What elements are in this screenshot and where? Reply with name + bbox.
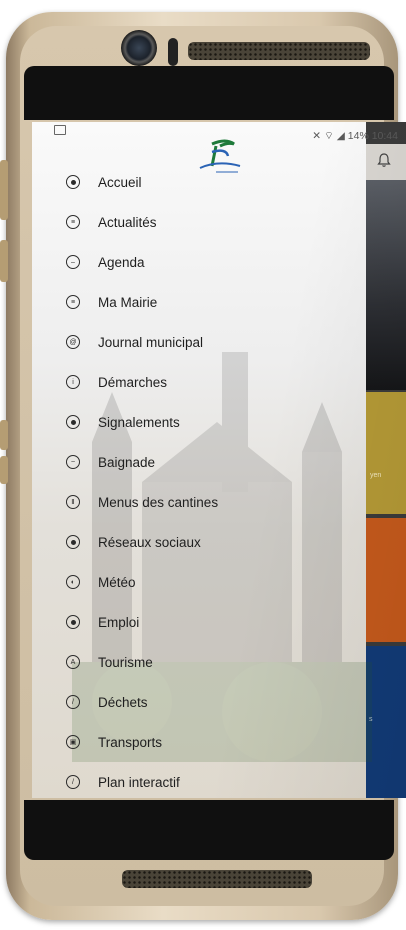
menu-item-label: Ma Mairie: [98, 294, 158, 310]
info-icon: i: [66, 375, 80, 389]
tile-gold-text: yen: [370, 472, 382, 479]
menu-item-reseaux-sociaux[interactable]: Réseaux sociaux: [66, 528, 356, 556]
waste-icon: /: [66, 695, 80, 709]
job-icon: [66, 615, 80, 629]
menu-item-accueil[interactable]: Accueil: [66, 168, 356, 196]
news-icon: ≡: [66, 215, 80, 229]
front-camera: [121, 30, 157, 66]
status-right: ✕ ⌔ ◢ 14% 10:44: [312, 129, 398, 143]
top-bezel: [24, 66, 394, 120]
menu-item-label: Signalements: [98, 414, 180, 430]
calendar-icon: –: [66, 255, 80, 269]
bottom-bezel: [24, 800, 394, 860]
status-bar: ✕ ⌔ ◢ 14% 10:44: [32, 122, 406, 144]
status-text: 14% 10:44: [347, 130, 398, 142]
menu-item-meteo[interactable]: ◐ Météo: [66, 568, 356, 596]
app-screen: yen s Accueil ≡ Actualités – Agenda ≡ Ma…: [32, 122, 406, 798]
menu-item-transports[interactable]: ▣ Transports: [66, 728, 356, 756]
main-content-panel: yen s: [366, 122, 406, 798]
menu-item-actualites[interactable]: ≡ Actualités: [66, 208, 356, 236]
header-photo: [366, 180, 406, 390]
swim-icon: ~: [66, 455, 80, 469]
restaurant-icon: Ⅱ: [66, 495, 80, 509]
menu-item-plan-interactif[interactable]: / Plan interactif: [66, 768, 356, 796]
menu-item-dechets[interactable]: / Déchets: [66, 688, 356, 716]
menu-item-label: Baignade: [98, 454, 156, 470]
home-icon: [66, 175, 80, 189]
menu-item-baignade[interactable]: ~ Baignade: [66, 448, 356, 476]
menu-item-label: Actualités: [98, 214, 157, 230]
proximity-sensor: [168, 38, 178, 66]
menu-item-label: Accueil: [98, 174, 142, 190]
menu-item-label: Déchets: [98, 694, 148, 710]
bottom-speaker: [122, 870, 312, 888]
tile-orange[interactable]: [366, 518, 406, 642]
power-button: [0, 420, 8, 450]
menu-item-demarches[interactable]: i Démarches: [66, 368, 356, 396]
tile-blue-text: s: [369, 716, 373, 723]
bell-icon[interactable]: [376, 152, 392, 168]
earpiece-speaker: [188, 42, 370, 60]
journal-icon: @: [66, 335, 80, 349]
town-hall-icon: ≡: [66, 295, 80, 309]
map-icon: /: [66, 775, 80, 789]
menu-item-label: Menus des cantines: [98, 494, 219, 510]
menu-item-signalements[interactable]: Signalements: [66, 408, 356, 436]
menu-item-menus-cantines[interactable]: Ⅱ Menus des cantines: [66, 488, 356, 516]
weather-icon: ◐: [66, 575, 80, 589]
navigation-drawer: Accueil ≡ Actualités – Agenda ≡ Ma Mairi…: [32, 122, 372, 798]
menu-item-tourisme[interactable]: A Tourisme: [66, 648, 356, 676]
menu-item-agenda[interactable]: – Agenda: [66, 248, 356, 276]
menu-item-label: Réseaux sociaux: [98, 534, 201, 550]
volume-button: [0, 160, 8, 220]
menu-item-label: Plan interactif: [98, 774, 180, 790]
menu-item-label: Journal municipal: [98, 334, 204, 350]
tile-gold[interactable]: yen: [366, 392, 406, 514]
tourism-icon: A: [66, 655, 80, 669]
side-button: [0, 240, 8, 282]
menu-item-journal-municipal[interactable]: @ Journal municipal: [66, 328, 356, 356]
menu-item-label: Démarches: [98, 374, 168, 390]
tile-blue[interactable]: s: [366, 646, 406, 798]
mute-icon: ✕: [312, 130, 322, 142]
report-icon: [66, 415, 80, 429]
signal-icon: ◢: [336, 130, 345, 142]
image-notification-icon: [54, 125, 66, 135]
side-button-2: [0, 456, 8, 484]
social-icon: [66, 535, 80, 549]
menu-item-label: Emploi: [98, 614, 140, 630]
app-toolbar: [366, 144, 406, 180]
menu-item-emploi[interactable]: Emploi: [66, 608, 356, 636]
menu-item-label: Tourisme: [98, 654, 153, 670]
menu-item-label: Météo: [98, 574, 136, 590]
bus-icon: ▣: [66, 735, 80, 749]
menu-item-label: Agenda: [98, 254, 145, 270]
wifi-icon: ⌔: [323, 130, 334, 142]
menu-item-label: Transports: [98, 734, 163, 750]
menu-item-ma-mairie[interactable]: ≡ Ma Mairie: [66, 288, 356, 316]
